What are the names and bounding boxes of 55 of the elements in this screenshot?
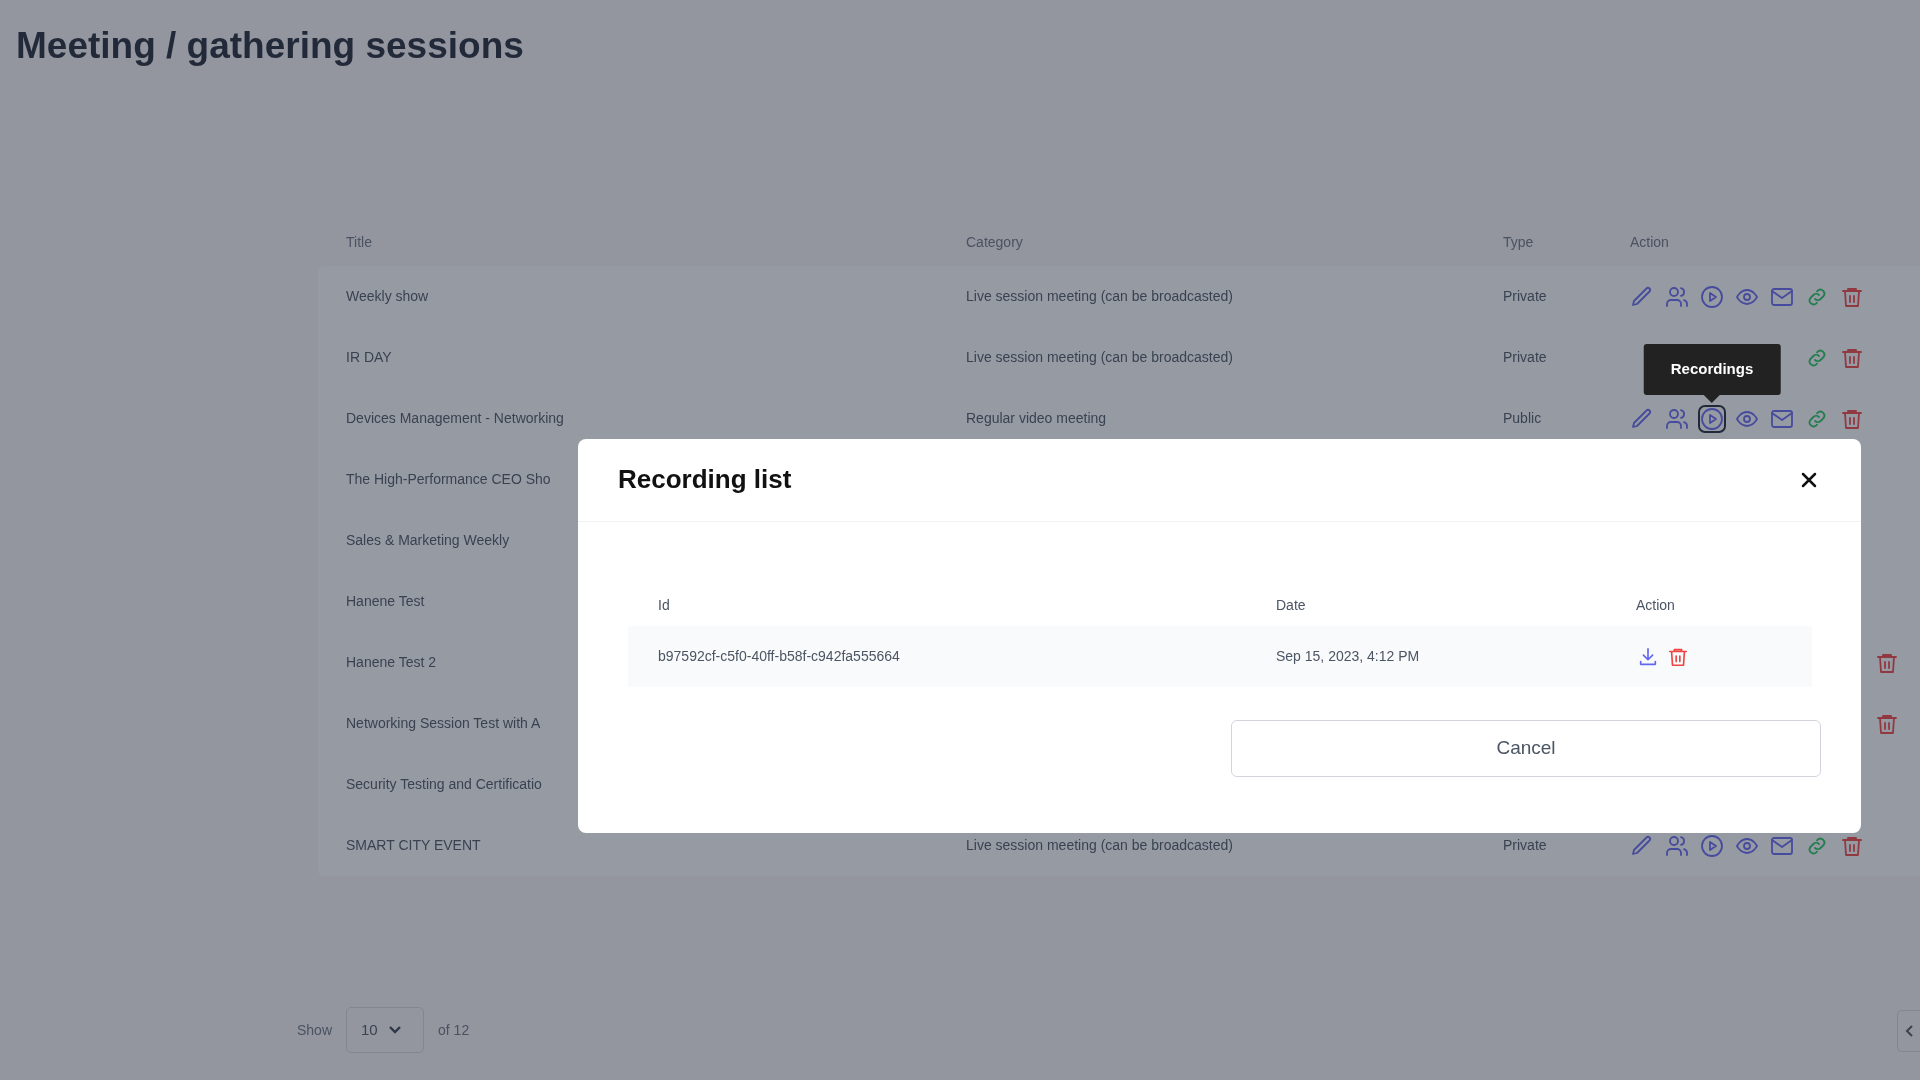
column-header: Action xyxy=(1630,233,1669,250)
table-cell: Sales & Marketing Weekly xyxy=(346,532,510,549)
chevron-left-icon xyxy=(1904,1024,1914,1038)
cancel-button[interactable]: Cancel xyxy=(1231,720,1821,777)
tooltip: Recordings xyxy=(1643,344,1781,403)
people-button[interactable] xyxy=(1665,284,1689,309)
pencil-button[interactable] xyxy=(1630,284,1654,309)
table-cell: Security Testing and Certificatio xyxy=(346,776,542,793)
people-button[interactable] xyxy=(1665,833,1689,858)
download-icon xyxy=(1637,645,1659,668)
show-label: Show xyxy=(297,1020,333,1040)
people-icon xyxy=(1665,284,1689,309)
chevron-down-icon xyxy=(387,1025,402,1035)
table-cell: SMART CITY EVENT xyxy=(346,837,481,854)
column-header: Id xyxy=(658,596,670,613)
play-button[interactable] xyxy=(1700,284,1724,309)
play-icon xyxy=(1700,284,1724,309)
page-title: Meeting / gathering sessions xyxy=(16,24,525,68)
play-icon xyxy=(1700,833,1724,858)
people-button[interactable] xyxy=(1665,406,1689,431)
column-header: Title xyxy=(346,233,372,250)
table-cell: Private xyxy=(1503,288,1547,305)
table-cell: Hanene Test 2 xyxy=(346,654,437,671)
people-icon xyxy=(1665,406,1689,431)
column-header: Date xyxy=(1276,596,1306,613)
column-header: Category xyxy=(966,233,1023,250)
table-cell: Hanene Test xyxy=(346,593,425,610)
pencil-icon xyxy=(1630,284,1654,309)
table-cell: Live session meeting (can be broadcasted) xyxy=(966,288,1233,305)
play-button[interactable] xyxy=(1700,833,1724,858)
table-cell: Networking Session Test with A xyxy=(346,715,541,732)
column-header: Action xyxy=(1636,596,1675,613)
table-cell: Private xyxy=(1503,349,1547,366)
table-cell: Live session meeting (can be broadcasted) xyxy=(966,349,1233,366)
table-cell: Devices Management - Networking xyxy=(346,410,564,427)
table-cell: Public xyxy=(1503,410,1542,427)
pencil-button[interactable] xyxy=(1630,406,1654,431)
table-cell: b97592cf-c5f0-40ff-b58f-c942fa555664 xyxy=(658,648,900,664)
table-cell: The High-Performance CEO Sho xyxy=(346,471,551,488)
total-pages-label: of 12 xyxy=(438,1020,470,1040)
play-icon xyxy=(1700,406,1724,431)
pencil-icon xyxy=(1630,833,1654,858)
play-button[interactable] xyxy=(1700,406,1724,431)
people-icon xyxy=(1665,833,1689,858)
table-cell: Regular video meeting xyxy=(966,410,1107,427)
table-cell: IR DAY xyxy=(346,349,392,366)
pencil-button[interactable] xyxy=(1630,833,1654,858)
previous-page-button[interactable] xyxy=(1897,1010,1920,1052)
table-cell: Sep 15, 2023, 4:12 PM xyxy=(1276,648,1420,664)
table-cell: Private xyxy=(1503,837,1547,854)
table-cell: Weekly show xyxy=(346,288,429,305)
modal-title: Recording list xyxy=(618,464,792,496)
column-header: Type xyxy=(1503,233,1534,250)
pencil-icon xyxy=(1630,406,1654,431)
table-cell: Live session meeting (can be broadcasted) xyxy=(966,837,1233,854)
